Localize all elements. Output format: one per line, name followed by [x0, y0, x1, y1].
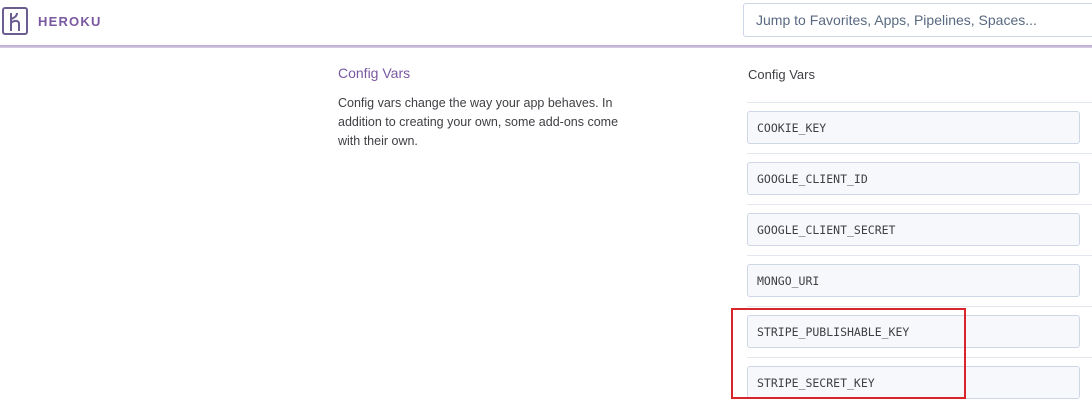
config-var-row: [747, 306, 1092, 357]
top-navigation-bar: HEROKU: [0, 0, 1092, 46]
config-var-key-input[interactable]: [747, 315, 1080, 348]
config-var-key-input[interactable]: [747, 264, 1080, 297]
brand-name[interactable]: HEROKU: [38, 14, 102, 29]
config-var-key-input[interactable]: [747, 213, 1080, 246]
config-var-row: [747, 102, 1092, 153]
config-var-key-input[interactable]: [747, 162, 1080, 195]
config-var-key-input[interactable]: [747, 111, 1080, 144]
config-var-row: [747, 153, 1092, 204]
config-var-row: [747, 357, 1092, 408]
section-description: Config vars change the way your app beha…: [338, 96, 619, 148]
heroku-logo-icon[interactable]: [2, 7, 28, 35]
config-var-key-input[interactable]: [747, 366, 1080, 399]
config-var-row: [747, 204, 1092, 255]
config-var-row: [747, 255, 1092, 306]
config-vars-heading: Config Vars: [748, 67, 815, 82]
section-title: Config Vars: [338, 65, 411, 81]
search-input[interactable]: [743, 3, 1092, 37]
header-divider: [0, 45, 1092, 48]
